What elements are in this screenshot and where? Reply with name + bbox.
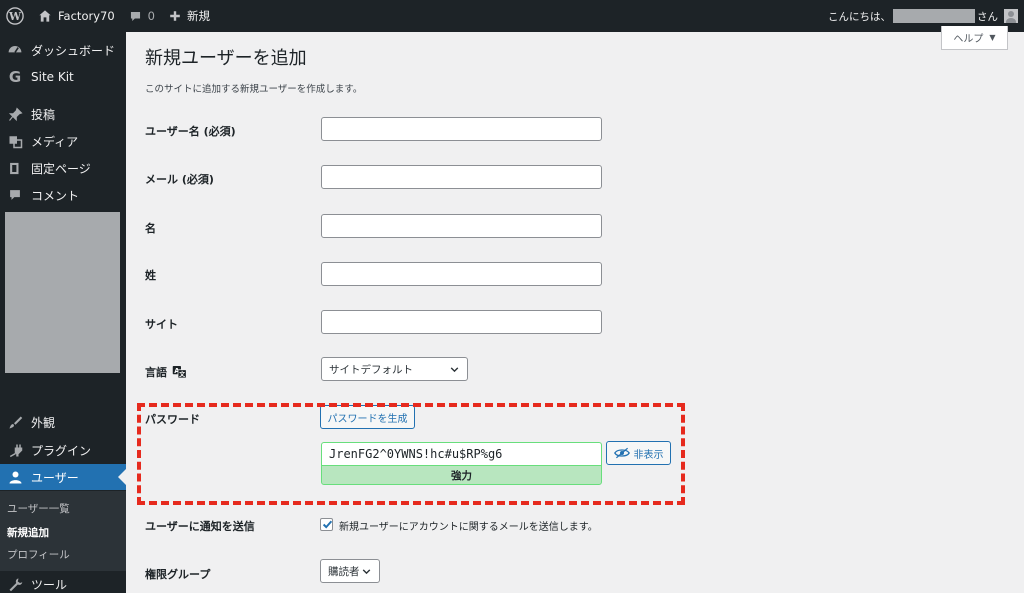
- submenu-all-users[interactable]: ユーザー一覧: [7, 501, 70, 516]
- menu-appearance[interactable]: 外観: [0, 409, 126, 435]
- menu-pages[interactable]: 固定ページ: [0, 155, 126, 181]
- notify-checkbox-label[interactable]: 新規ユーザーにアカウントに関するメールを送信します。: [339, 518, 598, 533]
- website-label: サイト: [145, 318, 178, 331]
- menu-media[interactable]: メディア: [0, 128, 126, 154]
- menu-plugins[interactable]: プラグイン: [0, 437, 126, 463]
- submenu-add-new[interactable]: 新規追加: [7, 525, 49, 540]
- page-icon: [5, 158, 25, 178]
- page-title: 新規ユーザーを追加: [145, 48, 307, 69]
- avatar: [1004, 9, 1018, 23]
- role-label: 権限グループ: [145, 568, 211, 581]
- caret-down-icon: ▼: [989, 33, 996, 42]
- help-label: ヘルプ: [953, 34, 984, 45]
- home-icon: [39, 10, 51, 22]
- role-select-value: 購読者: [328, 565, 360, 578]
- wordpress-logo-icon[interactable]: W: [0, 0, 31, 32]
- page-description: このサイトに追加する新規ユーザーを作成します。: [145, 84, 363, 95]
- menu-label: Site Kit: [31, 70, 74, 84]
- media-icon: [5, 131, 25, 151]
- users-submenu: ユーザー一覧 新規追加 プロフィール: [0, 491, 126, 571]
- first-name-field[interactable]: [321, 214, 602, 238]
- plus-icon: [170, 11, 180, 21]
- menu-dashboard[interactable]: ダッシュボード: [0, 37, 126, 63]
- menu-comments[interactable]: コメント: [0, 182, 126, 208]
- svg-text:W: W: [8, 10, 22, 23]
- menu-label: ツール: [31, 577, 68, 592]
- wrench-icon: [5, 574, 25, 593]
- comment-bubble-icon: [130, 11, 140, 21]
- redacted-username: [893, 9, 975, 23]
- menu-label: 外観: [31, 415, 56, 430]
- brush-icon: [5, 412, 25, 432]
- menu-label: 固定ページ: [31, 161, 91, 176]
- admin-bar: W Factory70 0 新規 こんにちは、 さん: [0, 0, 1024, 32]
- menu-label: ユーザー: [31, 470, 79, 485]
- my-account[interactable]: こんにちは、 さん: [828, 9, 1024, 24]
- last-name-label: 姓: [145, 269, 156, 282]
- google-g-icon: G: [8, 68, 22, 86]
- dashboard-icon: [5, 40, 25, 60]
- language-select[interactable]: サイトデフォルト: [321, 357, 468, 381]
- greeting: こんにちは、: [828, 10, 891, 23]
- first-name-label: 名: [145, 222, 156, 235]
- chevron-down-icon: [450, 367, 459, 373]
- chevron-down-icon: [362, 569, 371, 575]
- new-label: 新規: [186, 9, 210, 23]
- menu-site-kit[interactable]: G Site Kit: [0, 64, 126, 90]
- svg-text:文: 文: [178, 370, 186, 378]
- translation-icon: A文: [172, 365, 187, 382]
- comment-icon: [5, 185, 25, 205]
- user-icon: [5, 467, 25, 487]
- site-name: Factory70: [58, 9, 115, 23]
- comments-count: 0: [147, 9, 155, 23]
- new-content-link[interactable]: 新規: [162, 0, 217, 32]
- pin-icon: [5, 104, 25, 124]
- language-select-value: サイトデフォルト: [329, 363, 413, 376]
- password-highlight-annotation: [137, 403, 685, 505]
- help-tab-button[interactable]: ヘルプ ▼: [941, 26, 1008, 50]
- checkmark-icon: [322, 520, 333, 529]
- menu-posts[interactable]: 投稿: [0, 101, 126, 127]
- submenu-profile[interactable]: プロフィール: [7, 547, 70, 562]
- menu-label: プラグイン: [31, 443, 92, 458]
- username-field[interactable]: [321, 117, 602, 141]
- website-field[interactable]: [321, 310, 602, 334]
- menu-label: ダッシュボード: [31, 43, 116, 58]
- email-field[interactable]: [321, 165, 602, 189]
- site-name-link[interactable]: Factory70: [31, 0, 122, 32]
- admin-sidebar: ダッシュボード G Site Kit 投稿 メディア 固定ページ コメント 外観…: [0, 32, 126, 593]
- greeting-suffix: さん: [977, 10, 998, 23]
- notify-checkbox[interactable]: [320, 518, 333, 531]
- language-label: 言語: [145, 366, 167, 379]
- comments-link[interactable]: 0: [122, 0, 162, 32]
- language-label-row: 言語 A 文: [145, 364, 187, 382]
- email-label: メール (必須): [145, 173, 214, 186]
- menu-label: メディア: [31, 134, 79, 149]
- menu-tools[interactable]: ツール: [0, 571, 126, 593]
- username-label: ユーザー名 (必須): [145, 125, 236, 138]
- role-select[interactable]: 購読者: [320, 559, 380, 583]
- last-name-field[interactable]: [321, 262, 602, 286]
- menu-label: コメント: [31, 188, 80, 203]
- menu-label: 投稿: [31, 107, 56, 122]
- menu-users[interactable]: ユーザー: [0, 464, 126, 490]
- plugin-icon: [5, 440, 25, 460]
- notify-label: ユーザーに通知を送信: [145, 520, 255, 533]
- redacted-menu-block: [5, 212, 120, 373]
